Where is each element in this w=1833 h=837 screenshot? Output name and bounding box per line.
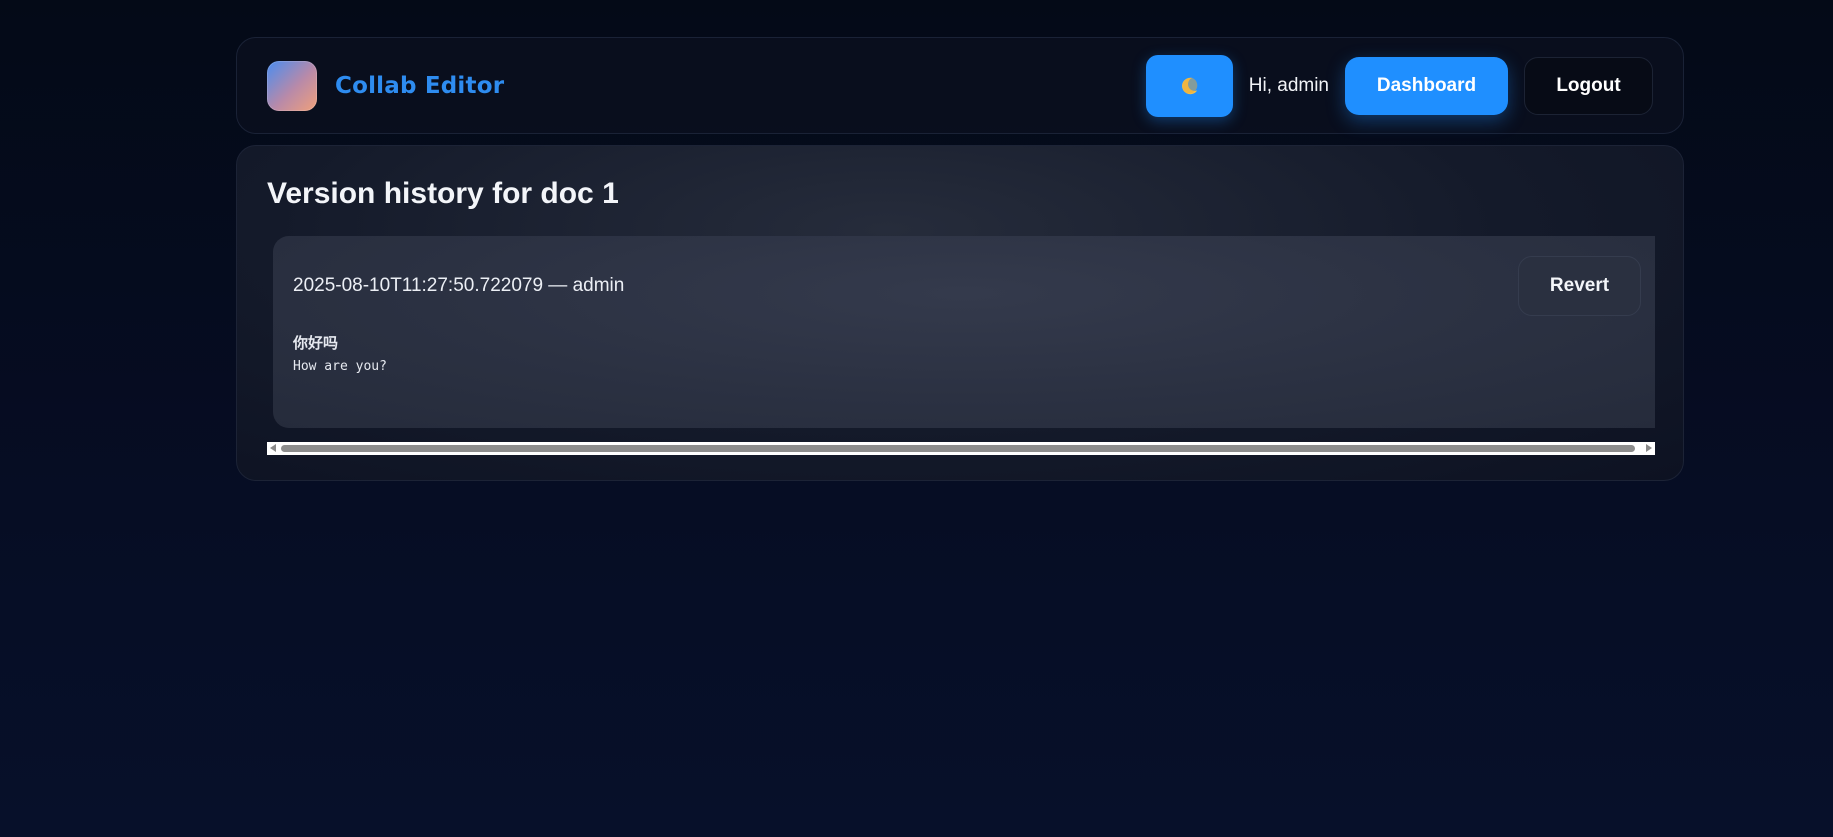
moon-icon <box>1182 77 1198 94</box>
versions-scroll-area[interactable]: 2025-08-10T11:27:50.722079 — admin Rever… <box>267 236 1655 428</box>
app-logo <box>267 60 317 111</box>
brand-name: Collab Editor <box>335 72 505 99</box>
revert-button[interactable]: Revert <box>1518 256 1641 316</box>
app-root: Collab Editor Hi, admin Dashboard Logout… <box>236 37 1684 481</box>
brand[interactable]: Collab Editor <box>267 60 505 111</box>
version-meta: 2025-08-10T11:27:50.722079 — admin <box>293 275 625 296</box>
version-history-panel: Version history for doc 1 2025-08-10T11:… <box>236 145 1684 481</box>
scroll-left-arrow-icon[interactable] <box>270 444 276 452</box>
header-actions: Hi, admin Dashboard Logout <box>1145 54 1653 117</box>
content-line: 你好吗 <box>293 334 339 352</box>
version-header: 2025-08-10T11:27:50.722079 — admin Rever… <box>293 256 1641 316</box>
version-card: 2025-08-10T11:27:50.722079 — admin Rever… <box>273 236 1655 428</box>
logout-button[interactable]: Logout <box>1524 56 1653 115</box>
scrollbar-thumb[interactable] <box>281 445 1635 452</box>
scroll-right-arrow-icon[interactable] <box>1646 444 1652 452</box>
top-header: Collab Editor Hi, admin Dashboard Logout <box>236 37 1684 134</box>
dashboard-button[interactable]: Dashboard <box>1345 56 1508 115</box>
theme-toggle-button[interactable] <box>1145 54 1233 117</box>
horizontal-scrollbar[interactable] <box>267 442 1655 455</box>
version-content: 你好吗 How are you? <box>293 330 1641 378</box>
content-line: How are you? <box>293 359 387 374</box>
page-title: Version history for doc 1 <box>267 177 619 210</box>
user-greeting: Hi, admin <box>1248 74 1329 96</box>
